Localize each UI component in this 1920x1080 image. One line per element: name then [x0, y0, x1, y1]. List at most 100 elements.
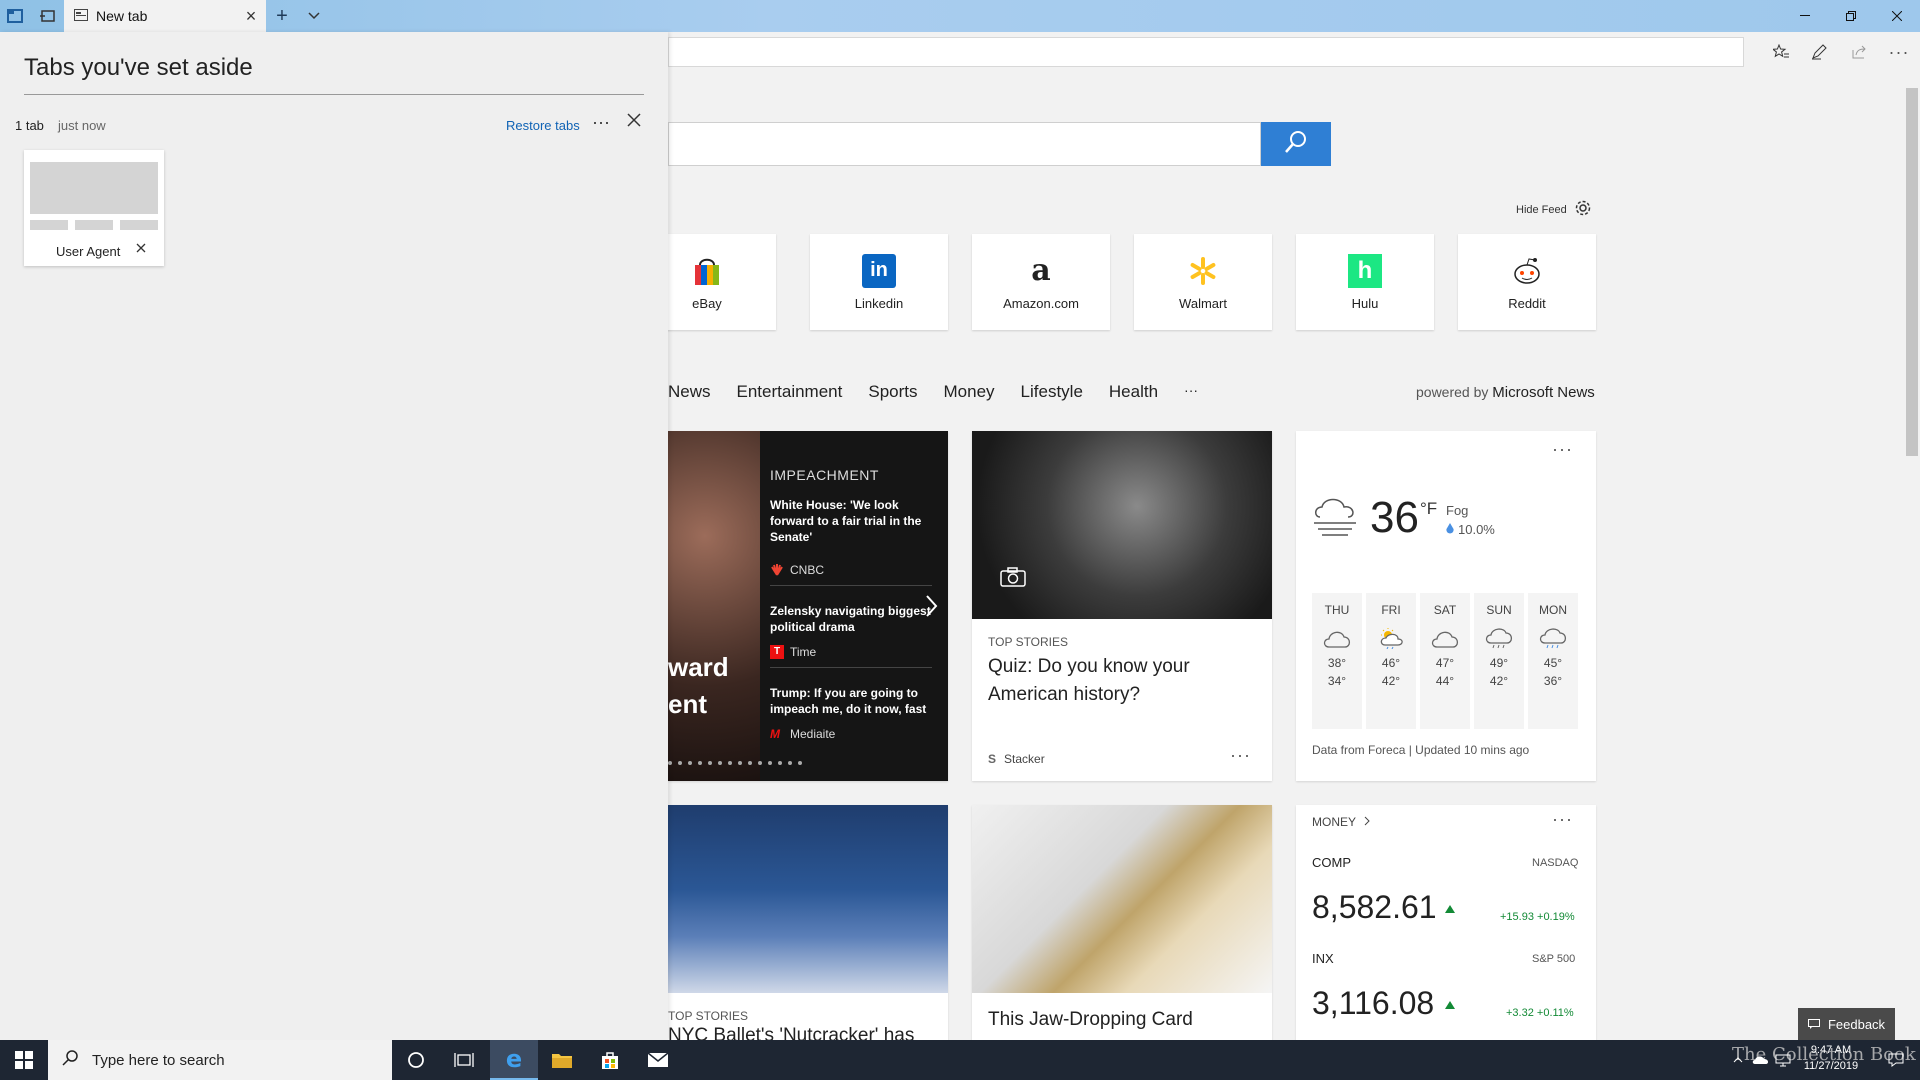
close-window-icon[interactable]: [1874, 0, 1920, 32]
tab-new-tab[interactable]: New tab ×: [64, 0, 266, 32]
nav-news[interactable]: News: [668, 382, 711, 402]
forecast-day[interactable]: FRI 46° 42°: [1366, 593, 1416, 729]
tile-label: Amazon.com: [1003, 295, 1079, 311]
tile-walmart[interactable]: Walmart: [1134, 234, 1272, 330]
clock-time: 9:47 AM: [1810, 1044, 1852, 1056]
restore-icon[interactable]: [1828, 0, 1874, 32]
stock-change: +15.93 +0.19%: [1500, 911, 1575, 923]
file-explorer-icon[interactable]: [538, 1040, 586, 1080]
forecast-day[interactable]: THU 38° 34°: [1312, 593, 1362, 729]
story-headline[interactable]: NYC Ballet's 'Nutcracker' has: [668, 1025, 914, 1040]
address-bar[interactable]: [668, 37, 1744, 67]
weather-footer[interactable]: Data from Foreca | Updated 10 mins ago: [1312, 743, 1529, 757]
tab-preview-chevron-icon[interactable]: [298, 0, 330, 32]
more-icon[interactable]: ···: [1882, 38, 1916, 66]
feedback-icon: [1807, 1017, 1820, 1032]
store-icon[interactable]: [586, 1040, 634, 1080]
amazon-logo-icon: a: [1031, 253, 1051, 288]
day-low: 42°: [1489, 674, 1509, 688]
nav-money[interactable]: Money: [944, 382, 995, 402]
task-view-icon[interactable]: [440, 1040, 488, 1080]
feedback-button[interactable]: Feedback: [1798, 1008, 1895, 1040]
system-clock[interactable]: 9:47 AM 11/27/2019: [1796, 1042, 1866, 1074]
network-icon[interactable]: [1772, 1040, 1794, 1080]
nav-entertainment[interactable]: Entertainment: [737, 382, 843, 402]
credit-card-story-card[interactable]: This Jaw-Dropping Card: [972, 805, 1272, 1040]
carousel-dots[interactable]: [668, 761, 868, 765]
tab-count: 1 tab: [15, 118, 44, 133]
gear-icon[interactable]: [1573, 198, 1593, 221]
favorites-icon[interactable]: [1764, 38, 1798, 66]
onedrive-icon[interactable]: [1750, 1040, 1772, 1080]
tile-label: eBay: [692, 295, 722, 311]
tile-hulu[interactable]: h Hulu: [1296, 234, 1434, 330]
nav-health[interactable]: Health: [1109, 382, 1158, 402]
current-temp: 36: [1370, 493, 1419, 542]
precip-value: 10.0%: [1458, 522, 1495, 537]
tile-linkedin[interactable]: in Linkedin: [810, 234, 948, 330]
story-headline[interactable]: This Jaw-Dropping Card: [988, 1009, 1193, 1031]
more-options-icon[interactable]: ···: [1230, 745, 1251, 766]
close-tab-icon[interactable]: ×: [236, 6, 266, 27]
scrollbar-thumb[interactable]: [1906, 88, 1918, 456]
pen-icon[interactable]: [1802, 38, 1836, 66]
cortana-icon[interactable]: [392, 1040, 440, 1080]
money-header[interactable]: MONEY: [1312, 815, 1370, 829]
thumbnail-preview: [30, 162, 158, 214]
new-tab-plus-icon[interactable]: +: [266, 0, 298, 32]
taskbar-search-input[interactable]: Type here to search: [48, 1040, 392, 1080]
mail-icon[interactable]: [634, 1040, 682, 1080]
forecast-day[interactable]: SUN 49° 42°: [1474, 593, 1524, 729]
stock-value[interactable]: 8,582.61: [1312, 889, 1437, 926]
nav-sports[interactable]: Sports: [868, 382, 917, 402]
money-title: MONEY: [1312, 815, 1357, 829]
headline-3[interactable]: Trump: If you are going to impeach me, d…: [770, 685, 932, 717]
quiz-story-card[interactable]: TOP STORIES Quiz: Do you know your Ameri…: [972, 431, 1272, 781]
chevron-up-icon[interactable]: [1726, 1040, 1750, 1080]
hide-feed-link[interactable]: Hide Feed: [1516, 198, 1593, 221]
windows-start-icon[interactable]: [0, 1040, 48, 1080]
weather-card[interactable]: ··· 36 °F Fog 10.0% THU 38° 34° FRI 46° …: [1296, 431, 1596, 781]
money-card[interactable]: MONEY ··· COMP NASDAQ 8,582.61 +15.93 +0…: [1296, 805, 1596, 1040]
more-options-icon[interactable]: ···: [592, 112, 610, 133]
tile-ebay[interactable]: eBay: [668, 234, 776, 330]
divider: [24, 94, 644, 95]
tile-label: Walmart: [1179, 295, 1227, 311]
restore-tabs-link[interactable]: Restore tabs: [506, 118, 580, 133]
forecast-day[interactable]: MON 45° 36°: [1528, 593, 1578, 729]
forecast-day[interactable]: SAT 47° 44°: [1420, 593, 1470, 729]
new-tab-page: Hide Feed eBay in Linkedin a Amazon.com …: [668, 70, 1904, 1040]
share-icon[interactable]: [1842, 38, 1876, 66]
nutcracker-story-card[interactable]: TOP STORIES NYC Ballet's 'Nutcracker' ha…: [668, 805, 948, 1040]
nav-lifestyle[interactable]: Lifestyle: [1021, 382, 1083, 402]
tile-amazon[interactable]: a Amazon.com: [972, 234, 1110, 330]
story-image: [668, 805, 948, 993]
remove-tab-icon[interactable]: [136, 240, 146, 258]
edge-taskbar-icon[interactable]: e: [490, 1040, 538, 1080]
notifications-icon[interactable]: [1872, 1040, 1920, 1080]
clock-date: 11/27/2019: [1803, 1060, 1859, 1072]
close-group-icon[interactable]: [627, 110, 641, 133]
stock-value[interactable]: 3,116.08: [1312, 985, 1434, 1022]
nav-more[interactable]: ···: [1184, 382, 1198, 402]
chevron-right-icon[interactable]: [926, 595, 938, 623]
tabs-aside-icon[interactable]: [0, 0, 30, 32]
impeachment-card[interactable]: ward ent IMPEACHMENT White House: 'We lo…: [668, 431, 948, 781]
tile-reddit[interactable]: Reddit: [1458, 234, 1596, 330]
search-button[interactable]: [1261, 122, 1331, 166]
powered-brand[interactable]: Microsoft News: [1492, 384, 1595, 401]
more-options-icon[interactable]: ···: [1552, 809, 1573, 830]
divider: [770, 667, 932, 668]
story-headline[interactable]: Quiz: Do you know your American history?: [988, 653, 1258, 709]
set-aside-tab-thumbnail[interactable]: User Agent: [24, 150, 164, 266]
temp-unit[interactable]: °F: [1420, 499, 1437, 519]
set-aside-tabs-icon[interactable]: [30, 0, 64, 32]
headline-1[interactable]: White House: 'We look forward to a fair …: [770, 497, 932, 545]
day-name: SUN: [1486, 603, 1512, 617]
image-overlay-line: ent: [668, 689, 707, 719]
more-options-icon[interactable]: ···: [1552, 439, 1573, 460]
headline-2[interactable]: Zelensky navigating biggest political dr…: [770, 603, 932, 635]
change-value: +15.93: [1500, 911, 1534, 923]
minimize-icon[interactable]: [1782, 0, 1828, 32]
search-input[interactable]: [668, 122, 1261, 166]
